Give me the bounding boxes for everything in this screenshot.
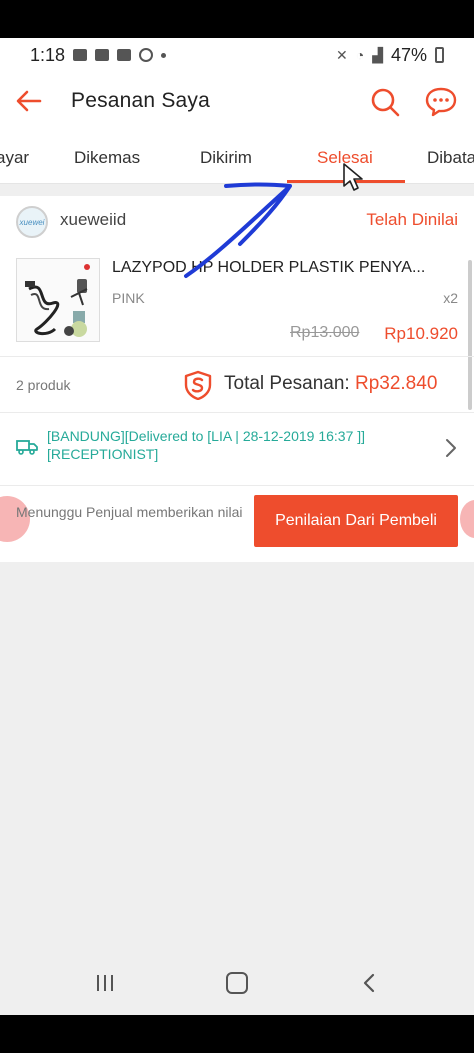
shop-avatar-text: xuewei xyxy=(19,217,45,227)
signal-icon: ▟ xyxy=(372,46,383,63)
mute-icon: ✕ xyxy=(335,46,348,63)
truck-icon xyxy=(16,440,38,455)
order-total-row: 2 produk Total Pesanan: Rp32.840 xyxy=(0,356,474,412)
gallery-icon xyxy=(95,49,110,61)
product-item[interactable]: LAZYPOD HP HOLDER PLASTIK PENYA... PINK … xyxy=(0,246,474,410)
android-nav-bar xyxy=(0,964,474,1015)
order-total-value: Rp32.840 xyxy=(354,373,438,394)
order-total-label: Total Pesanan: xyxy=(224,373,350,394)
app-header: Pesanan Saya xyxy=(0,72,474,134)
product-quantity: x2 xyxy=(443,290,458,306)
tab-dibatalkan[interactable]: Dibata xyxy=(427,148,474,168)
tab-belum-bayar[interactable]: ayar xyxy=(0,148,29,168)
battery-icon xyxy=(435,47,444,63)
recent-apps-icon[interactable] xyxy=(95,974,115,992)
shop-name[interactable]: xueweiid xyxy=(60,210,126,230)
status-bar: 1:18 ✕ ◔ ▟ 47% xyxy=(0,38,474,72)
whatsapp-icon xyxy=(139,48,154,62)
tab-dikirim[interactable]: Dikirim xyxy=(200,148,252,168)
shipping-status-text: [BANDUNG][Delivered to [LIA | 28-12-2019… xyxy=(47,428,366,462)
waiting-rating-text: Menunggu Penjual memberikan nilai xyxy=(16,504,243,520)
app-screen: 1:18 ✕ ◔ ▟ 47% Pesanan Saya ayar Dikemas… xyxy=(0,38,474,1015)
order-status: Telah Dinilai xyxy=(366,210,458,229)
touch-indicator-right xyxy=(460,500,474,538)
video-icon xyxy=(73,49,88,61)
order-card[interactable]: xuewei xueweiid Telah Dinilai LAZYPOD HP… xyxy=(0,196,474,562)
status-left: 1:18 xyxy=(30,44,167,66)
search-icon[interactable] xyxy=(370,87,400,117)
product-name: LAZYPOD HP HOLDER PLASTIK PENYA... xyxy=(112,259,426,276)
status-time: 1:18 xyxy=(30,44,66,65)
status-right: ✕ ◔ ▟ 47% xyxy=(336,45,444,66)
product-count: 2 produk xyxy=(16,377,71,393)
shipping-status-row[interactable]: [BANDUNG][Delivered to [LIA | 28-12-2019… xyxy=(0,413,474,485)
chat-icon[interactable] xyxy=(424,86,458,118)
tab-dikemas[interactable]: Dikemas xyxy=(74,148,140,168)
shop-avatar: xuewei xyxy=(16,206,48,238)
order-action-row: Menunggu Penjual memberikan nilai Penila… xyxy=(0,486,474,560)
discount-price: Rp10.920 xyxy=(384,324,458,343)
order-tabs: ayar Dikemas Dikirim Selesai Dibata xyxy=(0,134,474,184)
mail-icon xyxy=(117,49,132,61)
top-black-bar xyxy=(0,0,474,38)
mouse-cursor-icon xyxy=(343,163,363,191)
buyer-rating-button[interactable]: Penilaian Dari Pembeli xyxy=(254,495,458,547)
bottom-black-bar xyxy=(0,1015,474,1053)
order-total: Total Pesanan: Rp32.840 xyxy=(224,373,437,395)
product-variant: PINK xyxy=(112,290,145,306)
phone-holder-image xyxy=(17,259,99,341)
back-arrow-icon[interactable] xyxy=(14,86,44,116)
original-price: Rp13.000 xyxy=(290,324,360,341)
shop-row[interactable]: xuewei xueweiid Telah Dinilai xyxy=(0,196,474,246)
chevron-right-icon xyxy=(446,439,456,457)
home-icon[interactable] xyxy=(226,972,248,994)
wifi-icon: ◔ xyxy=(355,47,365,63)
page-title: Pesanan Saya xyxy=(71,89,211,112)
shopee-guarantee-icon xyxy=(184,370,212,400)
nav-back-icon[interactable] xyxy=(362,972,376,994)
more-dot-icon xyxy=(161,52,167,58)
product-thumbnail xyxy=(16,258,100,342)
battery-text: 47% xyxy=(390,44,427,65)
